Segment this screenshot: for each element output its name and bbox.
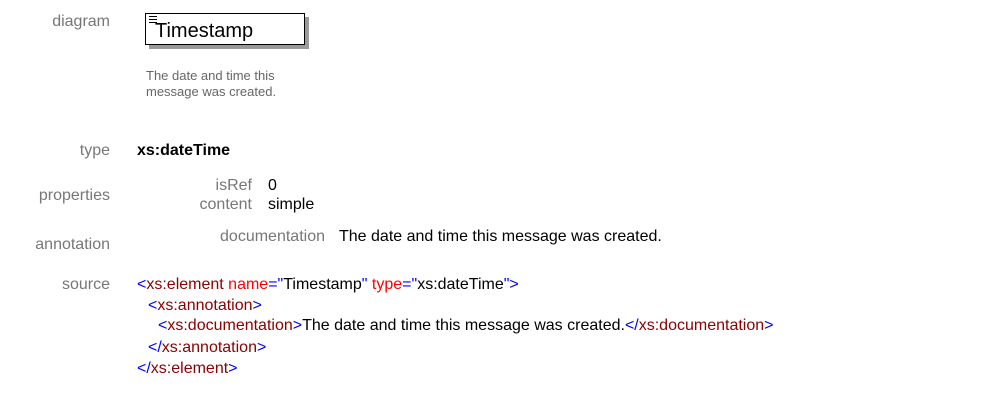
source-type-attr: type	[371, 276, 403, 293]
source-name-value: Timestamp	[283, 276, 362, 293]
source-line-5: </xs:element>	[137, 360, 238, 377]
type-label: type	[79, 142, 110, 159]
source-element-tag: xs:element	[146, 276, 224, 293]
source-name-attr: name	[228, 276, 269, 293]
source-documentation-text: The date and time this message was creat…	[302, 317, 625, 334]
source-element-close-tag: xs:element	[150, 360, 229, 377]
source-line-2: <xs:annotation>	[148, 297, 262, 314]
isref-key: isRef	[215, 177, 252, 194]
content-value: simple	[268, 196, 315, 213]
source-annotation-tag: xs:annotation	[157, 297, 253, 314]
type-value: xs:dateTime	[137, 142, 231, 159]
element-diagram-box[interactable]: Timestamp	[145, 13, 305, 45]
element-name: Timestamp	[155, 20, 254, 42]
content-key: content	[199, 196, 252, 213]
source-type-value: xs:dateTime	[417, 276, 504, 293]
source-line-1: <xs:element name="Timestamp" type="xs:da…	[137, 276, 519, 293]
documentation-value: The date and time this message was creat…	[339, 228, 662, 245]
properties-label: properties	[38, 187, 110, 204]
source-line-3: <xs:documentation>The date and time this…	[158, 317, 774, 334]
diagram-label: diagram	[52, 13, 110, 30]
source-documentation-open-tag: xs:documentation	[167, 317, 293, 334]
documentation-key: documentation	[220, 228, 325, 245]
source-annotation-close-tag: xs:annotation	[161, 339, 257, 356]
diagram-doc-line-1: The date and time this	[146, 68, 275, 83]
source-documentation-close-tag: xs:documentation	[638, 317, 765, 334]
source-line-4: </xs:annotation>	[148, 339, 267, 356]
diagram-documentation: The date and time this message was creat…	[146, 68, 366, 100]
isref-value: 0	[268, 177, 277, 194]
annotation-label: annotation	[35, 236, 110, 253]
source-label: source	[61, 276, 110, 293]
diagram-doc-line-2: message was created.	[146, 84, 277, 99]
